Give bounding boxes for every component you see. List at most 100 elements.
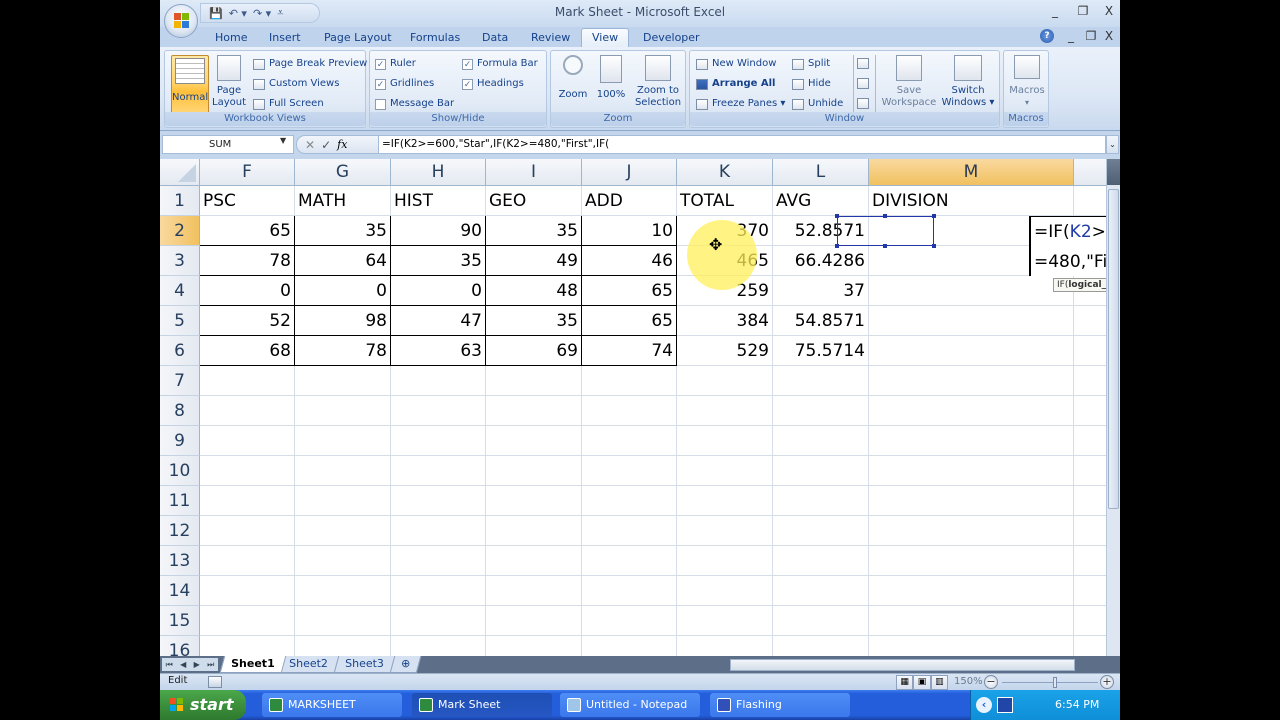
data-cell[interactable]: 35 bbox=[295, 216, 391, 246]
split-button[interactable]: Split bbox=[792, 56, 830, 72]
cell[interactable] bbox=[486, 546, 582, 576]
data-cell[interactable]: 10 bbox=[582, 216, 677, 246]
cell[interactable] bbox=[773, 456, 869, 486]
record-macro-icon[interactable] bbox=[208, 676, 222, 688]
cell[interactable] bbox=[773, 366, 869, 396]
redo-icon[interactable]: ↷ ▾ bbox=[253, 7, 271, 20]
normal-view-button[interactable]: Normal bbox=[171, 55, 209, 117]
cell[interactable] bbox=[391, 456, 486, 486]
column-header-j[interactable]: J bbox=[582, 159, 677, 186]
cell[interactable] bbox=[1074, 306, 1106, 336]
cell[interactable] bbox=[1074, 516, 1106, 546]
cell[interactable] bbox=[391, 486, 486, 516]
data-cell[interactable]: 52 bbox=[200, 306, 295, 336]
tab-view[interactable]: View bbox=[581, 28, 630, 48]
cell[interactable] bbox=[582, 636, 677, 656]
start-button[interactable]: start bbox=[160, 690, 246, 720]
tab-formulas[interactable]: Formulas bbox=[410, 30, 460, 48]
show-hidden-icons-chevron-icon[interactable]: ‹ bbox=[976, 697, 992, 713]
cell[interactable] bbox=[295, 366, 391, 396]
tooltip-arg-logical-test[interactable]: logical_test bbox=[1068, 280, 1106, 290]
cell[interactable] bbox=[295, 516, 391, 546]
cell[interactable] bbox=[391, 426, 486, 456]
taskbar-button-mark-sheet[interactable]: Mark Sheet bbox=[412, 693, 552, 717]
hide-button[interactable]: Hide bbox=[792, 76, 831, 92]
data-cell[interactable]: 35 bbox=[486, 306, 582, 336]
gridlines-checkbox[interactable]: ✓ Gridlines bbox=[375, 76, 434, 92]
freeze-panes-button[interactable]: Freeze Panes ▾ bbox=[696, 96, 785, 112]
zoom-level[interactable]: 150% bbox=[954, 676, 983, 687]
cell[interactable] bbox=[582, 396, 677, 426]
tab-review[interactable]: Review bbox=[531, 30, 570, 48]
row-header-16[interactable]: 16 bbox=[160, 636, 200, 656]
row-header-6[interactable]: 6 bbox=[160, 336, 200, 366]
page-layout-view-icon[interactable]: ▣ bbox=[913, 675, 931, 690]
cell[interactable] bbox=[391, 636, 486, 656]
select-all-button[interactable] bbox=[160, 159, 200, 186]
help-icon[interactable]: ? bbox=[1040, 29, 1054, 43]
column-header-n[interactable] bbox=[1074, 159, 1106, 186]
cell[interactable] bbox=[200, 546, 295, 576]
prev-sheet-icon[interactable]: ◀ bbox=[180, 660, 186, 669]
undo-icon[interactable]: ↶ ▾ bbox=[229, 7, 247, 20]
formula-bar-checkbox[interactable]: ✓ Formula Bar bbox=[462, 56, 538, 72]
cell[interactable] bbox=[200, 426, 295, 456]
cell[interactable] bbox=[869, 516, 1074, 546]
data-cell[interactable]: 68 bbox=[200, 336, 295, 366]
restore-button[interactable]: ❐ bbox=[1074, 4, 1092, 18]
macros-button[interactable]: Macros ▾ bbox=[1006, 55, 1048, 109]
cell[interactable] bbox=[582, 456, 677, 486]
cell[interactable] bbox=[1074, 486, 1106, 516]
cell[interactable] bbox=[295, 426, 391, 456]
column-header-f[interactable]: F bbox=[200, 159, 295, 186]
cell[interactable] bbox=[773, 636, 869, 656]
row-header-5[interactable]: 5 bbox=[160, 306, 200, 336]
office-button[interactable] bbox=[164, 4, 198, 38]
header-cell[interactable]: TOTAL bbox=[677, 186, 773, 216]
cell[interactable] bbox=[1074, 366, 1106, 396]
data-cell[interactable]: 49 bbox=[486, 246, 582, 276]
cell[interactable] bbox=[486, 396, 582, 426]
cell[interactable] bbox=[869, 486, 1074, 516]
taskbar-button-marksheet[interactable]: MARKSHEET bbox=[262, 693, 402, 717]
data-cell[interactable]: 78 bbox=[295, 336, 391, 366]
data-cell[interactable]: 66.4286 bbox=[773, 246, 869, 276]
cell[interactable] bbox=[869, 396, 1074, 426]
sheet-tab-sheet3[interactable]: Sheet3 bbox=[333, 656, 396, 673]
tab-home[interactable]: Home bbox=[215, 30, 247, 48]
cell[interactable] bbox=[295, 456, 391, 486]
cell[interactable] bbox=[200, 516, 295, 546]
data-cell[interactable]: 74 bbox=[582, 336, 677, 366]
switch-windows-button[interactable]: Switch Windows ▾ bbox=[940, 55, 996, 109]
horizontal-scrollbar[interactable] bbox=[730, 659, 1075, 671]
column-header-g[interactable]: G bbox=[295, 159, 391, 186]
cancel-icon[interactable]: ✕ bbox=[305, 138, 315, 152]
header-cell[interactable]: ADD bbox=[582, 186, 677, 216]
data-cell[interactable]: 75.5714 bbox=[773, 336, 869, 366]
vertical-scrollbar[interactable] bbox=[1106, 159, 1120, 656]
enter-icon[interactable]: ✓ bbox=[321, 138, 331, 152]
cell[interactable] bbox=[677, 546, 773, 576]
workbook-close-button[interactable]: X bbox=[1100, 29, 1118, 43]
synchronous-scrolling-icon[interactable] bbox=[857, 78, 869, 89]
insert-sheet-tab[interactable]: ⊕ bbox=[389, 656, 422, 673]
column-header-i[interactable]: I bbox=[486, 159, 582, 186]
data-cell[interactable]: 384 bbox=[677, 306, 773, 336]
data-cell[interactable]: 65 bbox=[200, 216, 295, 246]
cell[interactable] bbox=[295, 546, 391, 576]
row-header-10[interactable]: 10 bbox=[160, 456, 200, 486]
cell[interactable] bbox=[200, 366, 295, 396]
cell[interactable] bbox=[1074, 546, 1106, 576]
cell[interactable] bbox=[295, 606, 391, 636]
cell[interactable] bbox=[869, 546, 1074, 576]
reset-window-position-icon[interactable] bbox=[857, 98, 869, 109]
cell[interactable] bbox=[677, 516, 773, 546]
zoom-button[interactable]: Zoom bbox=[555, 55, 591, 101]
row-header-11[interactable]: 11 bbox=[160, 486, 200, 516]
cell[interactable] bbox=[486, 606, 582, 636]
data-cell[interactable]: 64 bbox=[295, 246, 391, 276]
cell[interactable] bbox=[677, 486, 773, 516]
cell[interactable] bbox=[773, 396, 869, 426]
fill-handle[interactable] bbox=[932, 244, 936, 248]
cell[interactable] bbox=[677, 576, 773, 606]
